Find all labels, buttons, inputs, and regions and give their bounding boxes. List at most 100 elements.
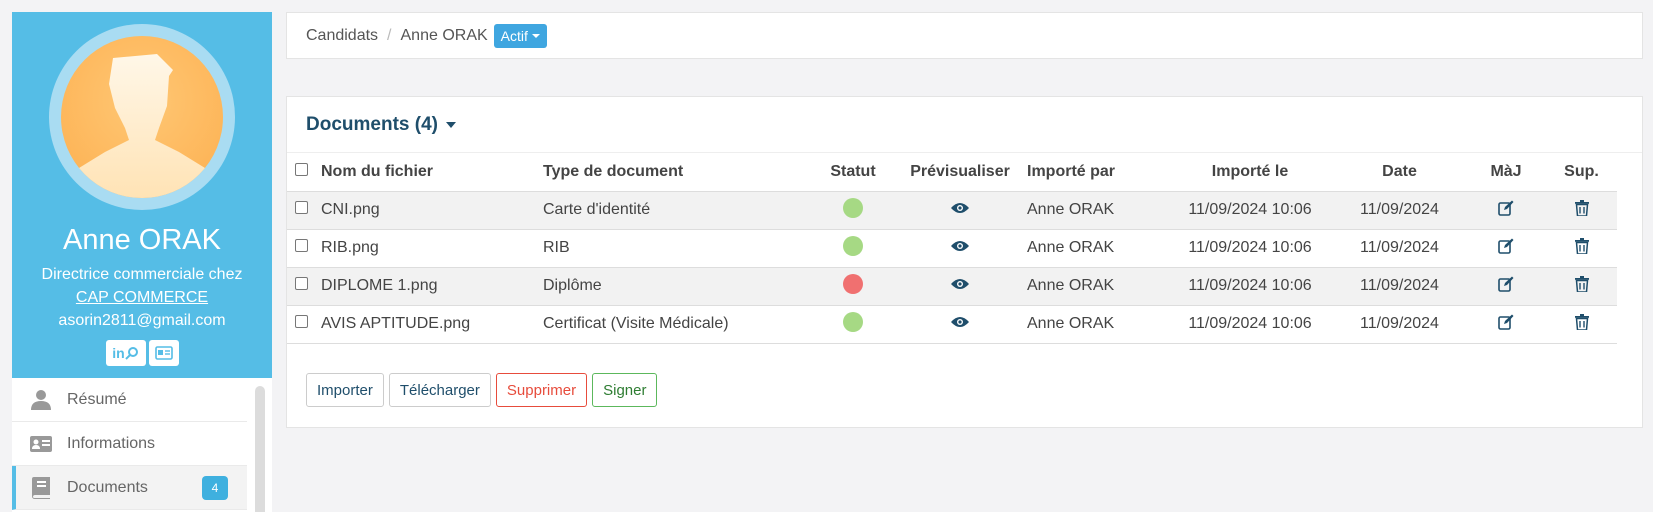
preview-button[interactable] bbox=[893, 305, 1027, 344]
eye-icon bbox=[951, 315, 969, 332]
eye-icon bbox=[951, 239, 969, 256]
column-header: Prévisualiser bbox=[893, 153, 1027, 192]
column-header[interactable]: Date bbox=[1333, 153, 1466, 192]
documents-section-toggle[interactable]: Documents (4) bbox=[306, 114, 456, 136]
sidebar-scrollbar[interactable] bbox=[255, 386, 265, 512]
row-select-cell bbox=[287, 191, 321, 230]
sidebar-item-label: Informations bbox=[67, 434, 156, 452]
row-checkbox[interactable] bbox=[295, 277, 308, 290]
status-dot-icon bbox=[843, 235, 863, 256]
breadcrumb-candidats-link[interactable]: Candidats bbox=[306, 27, 378, 45]
edit-icon bbox=[1498, 238, 1514, 258]
profile-name: Anne ORAK bbox=[63, 224, 221, 256]
imported-by: Anne ORAK bbox=[1027, 229, 1167, 268]
table-row: CNI.png Carte d'identité Anne ORAK 11/09/20… bbox=[287, 191, 1617, 230]
trash-icon bbox=[1574, 313, 1589, 334]
column-header[interactable]: Type de document bbox=[543, 153, 813, 192]
row-select-cell bbox=[287, 305, 321, 344]
sign-button[interactable]: Signer bbox=[592, 373, 658, 407]
download-button[interactable]: Télécharger bbox=[388, 373, 491, 407]
id-card-icon bbox=[30, 433, 52, 455]
edit-button[interactable] bbox=[1466, 229, 1546, 268]
sidebar-item-informations[interactable]: Informations bbox=[12, 422, 247, 466]
profile-email: asorin2811@gmail.com bbox=[58, 312, 226, 329]
imported-at: 11/09/2024 10:06 bbox=[1167, 267, 1333, 306]
edit-button[interactable] bbox=[1466, 305, 1546, 344]
document-type: RIB bbox=[543, 229, 813, 268]
document-type: Carte d'identité bbox=[543, 191, 813, 230]
eye-icon bbox=[951, 201, 969, 218]
status-dropdown[interactable]: Actif bbox=[493, 23, 547, 48]
table-row: RIB.png RIB Anne ORAK 11/09/2024 10:06 11/09… bbox=[287, 229, 1617, 268]
edit-button[interactable] bbox=[1466, 267, 1546, 306]
column-header[interactable]: Nom du fichier bbox=[321, 153, 543, 192]
file-name[interactable]: CNI.png bbox=[321, 191, 543, 230]
trash-icon bbox=[1574, 237, 1589, 258]
search-icon bbox=[125, 347, 138, 360]
imported-by: Anne ORAK bbox=[1027, 305, 1167, 344]
documents-title: Documents (4) bbox=[306, 114, 438, 135]
profile-company-link[interactable]: CAP COMMERCE bbox=[12, 288, 272, 308]
edit-icon bbox=[1498, 276, 1514, 296]
breadcrumb-current: Anne ORAK bbox=[400, 26, 488, 44]
delete-row-button[interactable] bbox=[1546, 305, 1617, 344]
status-cell bbox=[813, 191, 893, 230]
documents-card: Documents (4) Nom du fichier Type de doc… bbox=[286, 96, 1643, 428]
vcard-button[interactable] bbox=[148, 340, 179, 366]
imported-by: Anne ORAK bbox=[1027, 191, 1167, 230]
trash-icon bbox=[1574, 275, 1589, 296]
row-select-cell bbox=[287, 267, 321, 306]
select-all-checkbox[interactable] bbox=[295, 162, 308, 176]
document-date: 11/09/2024 bbox=[1333, 267, 1466, 306]
row-checkbox[interactable] bbox=[295, 315, 308, 328]
import-button[interactable]: Importer bbox=[306, 373, 384, 407]
column-header[interactable]: Importé le bbox=[1167, 153, 1333, 192]
document-date: 11/09/2024 bbox=[1333, 191, 1466, 230]
status-dot-icon bbox=[843, 273, 863, 294]
delete-row-button[interactable] bbox=[1546, 191, 1617, 230]
row-checkbox[interactable] bbox=[295, 239, 308, 252]
sidebar-nav: Résumé Informations Documents 4 bbox=[12, 378, 247, 510]
profile-card: Anne ORAK Directrice commerciale chez CA… bbox=[12, 12, 272, 378]
book-icon bbox=[30, 476, 52, 499]
column-header[interactable]: Statut bbox=[813, 153, 893, 192]
preview-button[interactable] bbox=[893, 191, 1027, 230]
documents-table: Nom du fichier Type de document Statut P… bbox=[287, 153, 1617, 344]
trash-icon bbox=[1574, 199, 1589, 220]
sidebar-item-label: Résumé bbox=[67, 390, 127, 408]
edit-button[interactable] bbox=[1466, 191, 1546, 230]
document-type: Certificat (Visite Médicale) bbox=[543, 305, 813, 344]
row-select-cell bbox=[287, 229, 321, 268]
column-header[interactable]: Importé par bbox=[1027, 153, 1167, 192]
file-name[interactable]: RIB.png bbox=[321, 229, 543, 268]
edit-icon bbox=[1498, 200, 1514, 220]
file-name[interactable]: DIPLOME 1.png bbox=[321, 267, 543, 306]
status-dot-icon bbox=[843, 311, 863, 332]
profile-role: Directrice commerciale chez bbox=[41, 266, 243, 283]
delete-button[interactable]: Supprimer bbox=[495, 373, 588, 407]
table-header-row: Nom du fichier Type de document Statut P… bbox=[287, 153, 1617, 192]
row-checkbox[interactable] bbox=[295, 201, 308, 214]
sidebar-item-documents[interactable]: Documents 4 bbox=[12, 466, 247, 510]
sidebar-item-label: Documents bbox=[67, 478, 148, 496]
preview-button[interactable] bbox=[893, 267, 1027, 306]
document-type: Diplôme bbox=[543, 267, 813, 306]
status-cell bbox=[813, 229, 893, 268]
edit-icon bbox=[1498, 314, 1514, 334]
status-cell bbox=[813, 267, 893, 306]
user-icon bbox=[30, 389, 52, 411]
status-cell bbox=[813, 305, 893, 344]
select-all-cell bbox=[287, 153, 321, 192]
delete-row-button[interactable] bbox=[1546, 229, 1617, 268]
eye-icon bbox=[951, 277, 969, 294]
chevron-down-icon bbox=[445, 122, 456, 128]
delete-row-button[interactable] bbox=[1546, 267, 1617, 306]
sidebar-item-resume[interactable]: Résumé bbox=[12, 378, 247, 422]
linkedin-search-button[interactable]: in bbox=[105, 340, 146, 366]
chevron-down-icon bbox=[531, 33, 540, 38]
document-date: 11/09/2024 bbox=[1333, 229, 1466, 268]
file-name[interactable]: AVIS APTITUDE.png bbox=[321, 305, 543, 344]
breadcrumb-separator: / bbox=[387, 26, 392, 44]
preview-button[interactable] bbox=[893, 229, 1027, 268]
status-dot-icon bbox=[843, 197, 863, 218]
